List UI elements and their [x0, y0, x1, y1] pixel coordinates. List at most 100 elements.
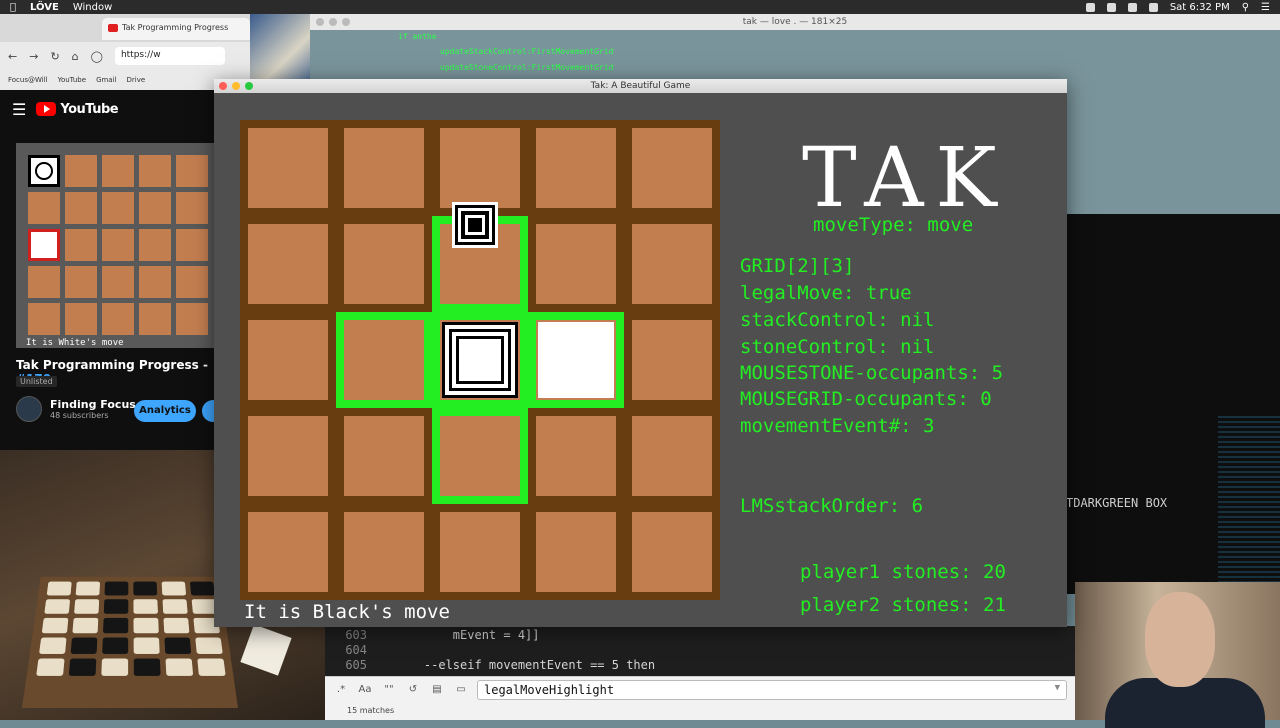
thumb-cell — [102, 266, 134, 298]
wrap-icon[interactable]: ↺ — [405, 684, 421, 695]
home-icon[interactable]: ⌂ — [72, 50, 79, 63]
thumb-cell — [65, 266, 97, 298]
board-cell[interactable] — [344, 224, 424, 304]
board-cell[interactable] — [248, 128, 328, 208]
code-line: 605 --elseif movementEvent == 5 then — [325, 658, 655, 673]
browser-tab[interactable]: Tak Programming Progress — [102, 18, 250, 40]
turn-status: It is Black's move — [244, 601, 450, 623]
board-cell[interactable] — [248, 224, 328, 304]
player2-stones: player2 stones: 21 — [800, 594, 1006, 616]
wifi-icon[interactable] — [1148, 2, 1158, 12]
thumb-cell — [139, 266, 171, 298]
thumbnail-caption: It is White's move — [26, 338, 124, 348]
search-icon[interactable]: ⚲ — [1242, 2, 1249, 13]
board-cell[interactable] — [632, 416, 712, 496]
tak-logo: TAK — [802, 131, 1009, 226]
thumb-cell — [176, 155, 208, 187]
video-thumbnail[interactable]: It is White's move — [16, 143, 214, 348]
apple-icon[interactable]:  — [10, 2, 16, 13]
shield-icon[interactable]: ◯ — [91, 50, 103, 63]
thumb-cell — [102, 229, 134, 261]
zoom-button[interactable] — [245, 82, 253, 90]
board-cell[interactable] — [344, 416, 424, 496]
case-toggle[interactable]: Aa — [357, 684, 373, 695]
board-cell[interactable] — [344, 128, 424, 208]
match-count: 15 matches — [325, 702, 1075, 720]
thumbnail-board — [28, 155, 208, 335]
board-cell[interactable] — [344, 320, 424, 400]
minimize-dot-icon[interactable] — [329, 18, 337, 26]
selection-icon[interactable]: ▤ — [429, 684, 445, 695]
whole-word-toggle[interactable]: "" — [381, 684, 397, 695]
board-cell[interactable] — [536, 128, 616, 208]
debug-line: movementEvent#: 3 — [740, 415, 935, 437]
find-bar: .* Aa "" ↺ ▤ ▭ legalMoveHighlight ▼ — [325, 676, 1075, 702]
back-icon[interactable]: ← — [8, 50, 17, 63]
thumb-cell — [65, 303, 97, 335]
close-dot-icon[interactable] — [316, 18, 324, 26]
subscriber-count: 48 subscribers — [50, 411, 109, 420]
battery-icon[interactable] — [1127, 2, 1137, 12]
board-cell[interactable] — [536, 512, 616, 592]
bookmark-item[interactable]: Focus@Will — [8, 76, 48, 84]
youtube-play-icon — [36, 102, 57, 116]
thumb-cell — [139, 229, 171, 261]
app-menu[interactable]: LÖVE — [30, 2, 59, 13]
player1-stones: player1 stones: 20 — [800, 561, 1006, 583]
line-number: 603 — [345, 628, 367, 642]
code-minimap[interactable] — [1218, 416, 1280, 586]
minimize-button[interactable] — [232, 82, 240, 90]
find-input[interactable]: legalMoveHighlight ▼ — [477, 679, 1067, 700]
board-cell[interactable] — [536, 224, 616, 304]
board-cell[interactable] — [440, 512, 520, 592]
window-menu[interactable]: Window — [73, 2, 112, 13]
stone-cube-image — [240, 624, 292, 676]
webcam-face — [1145, 592, 1215, 687]
board-cell[interactable] — [440, 128, 520, 208]
board-cell[interactable] — [344, 512, 424, 592]
terminal-line: updateStackControl:FirstMovementGrid — [440, 47, 614, 56]
volume-icon[interactable] — [1106, 2, 1116, 12]
thumb-cell — [102, 192, 134, 224]
analytics-button[interactable]: Analytics — [134, 400, 196, 422]
thumb-cell — [28, 192, 60, 224]
reload-icon[interactable]: ↻ — [50, 50, 59, 63]
board-cell[interactable] — [248, 416, 328, 496]
forward-icon[interactable]: → — [29, 50, 38, 63]
board-cell[interactable] — [632, 224, 712, 304]
channel-avatar — [16, 396, 42, 422]
board-cell[interactable] — [632, 512, 712, 592]
bookmark-item[interactable]: Gmail — [96, 76, 116, 84]
bookmark-item[interactable]: YouTube — [58, 76, 86, 84]
board-cell[interactable] — [440, 416, 520, 496]
thumb-cell — [65, 192, 97, 224]
board-cell[interactable] — [632, 128, 712, 208]
bookmark-item[interactable]: Drive — [127, 76, 146, 84]
board-cell[interactable] — [536, 416, 616, 496]
game-board[interactable] — [240, 120, 720, 600]
zoom-dot-icon[interactable] — [342, 18, 350, 26]
board-cell[interactable] — [248, 512, 328, 592]
close-button[interactable] — [219, 82, 227, 90]
youtube-logo[interactable]: YouTube — [36, 102, 119, 117]
highlight-icon[interactable]: ▭ — [453, 684, 469, 695]
status-icon[interactable] — [1085, 2, 1095, 12]
chevron-down-icon[interactable]: ▼ — [1055, 683, 1060, 693]
panel-text: TDARKGREEN BOX — [1066, 496, 1168, 510]
board-cell[interactable] — [248, 320, 328, 400]
move-type: moveType: move — [813, 214, 974, 236]
terminal-line: if anthe — [398, 32, 437, 41]
debug-line: MOUSESTONE-occupants: 5 — [740, 362, 1004, 384]
visibility-badge: Unlisted — [16, 376, 57, 387]
menu-icon[interactable]: ☰ — [1261, 2, 1270, 13]
board-cell[interactable] — [632, 320, 712, 400]
mouse-held-stone[interactable] — [452, 202, 498, 248]
clock[interactable]: Sat 6:32 PM — [1170, 2, 1230, 13]
thumb-cell — [176, 229, 208, 261]
thumb-cell — [28, 229, 60, 261]
channel-info[interactable]: Finding Focus 48 subscribers — [16, 396, 136, 422]
thumb-cell — [176, 192, 208, 224]
hamburger-icon[interactable]: ☰ — [12, 100, 26, 119]
url-bar[interactable]: https://w — [114, 47, 225, 65]
regex-toggle[interactable]: .* — [333, 684, 349, 695]
